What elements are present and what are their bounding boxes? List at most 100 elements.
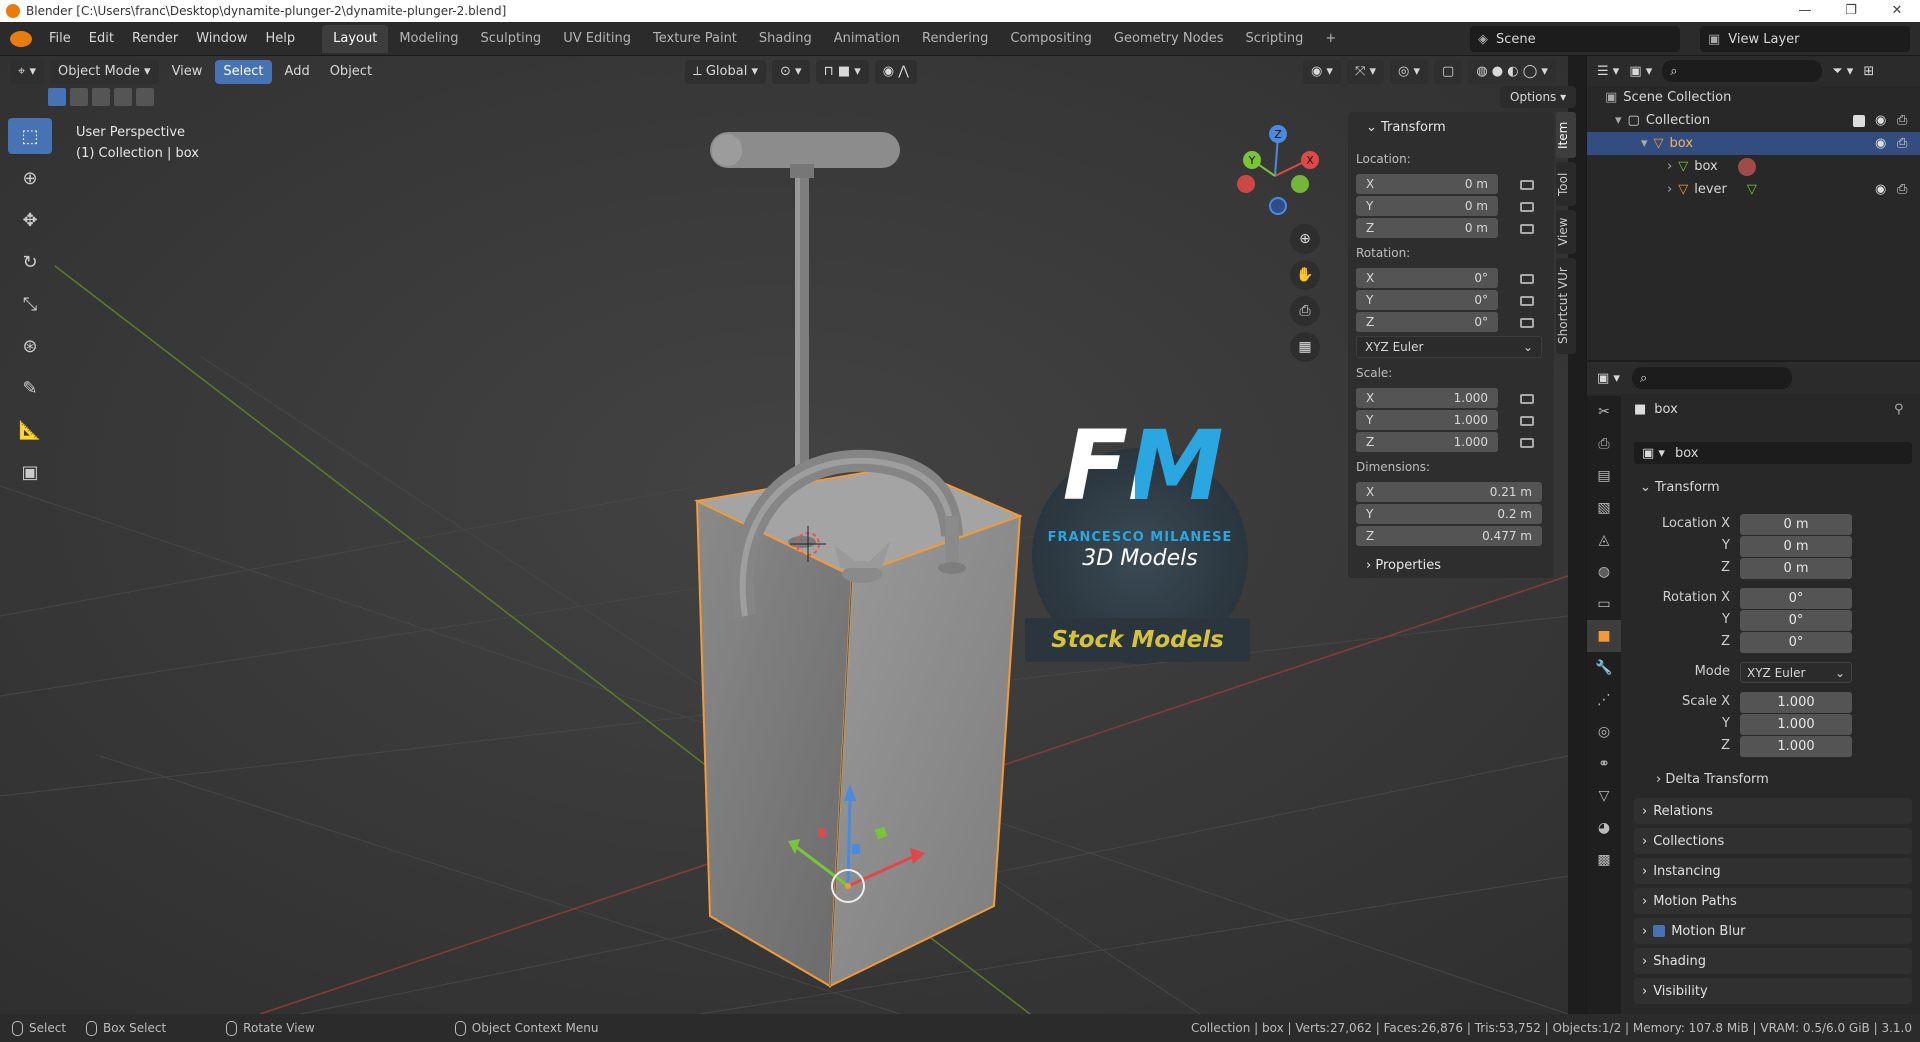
blender-menu-icon[interactable] [10, 30, 32, 47]
select-intersect-icon[interactable] [136, 88, 154, 106]
tab-tool[interactable]: Tool [1556, 162, 1576, 206]
modifier-tab-icon[interactable]: 🔧 [1587, 652, 1621, 684]
lock-icon[interactable] [1520, 296, 1534, 306]
prop-scale-x[interactable]: 1.000 [1740, 692, 1852, 713]
gizmo-toggle-icon[interactable]: ⤧ ▾ [1346, 60, 1385, 84]
scene-selector[interactable]: ◈ Scene [1470, 26, 1680, 52]
menu-help[interactable]: Help [257, 26, 305, 52]
dimensions-z-field[interactable]: Z 0.477 m [1356, 526, 1542, 546]
lock-icon[interactable] [1520, 274, 1534, 284]
object-tab-icon[interactable]: ■ [1587, 620, 1621, 652]
outliner-collection[interactable]: ▾ ▢ Collection ◉ ⎙ [1587, 109, 1920, 132]
lock-icon[interactable] [1520, 416, 1534, 426]
view-layer-tab-icon[interactable]: ▧ [1587, 492, 1621, 524]
section-instancing[interactable]: › Instancing [1634, 858, 1912, 884]
lock-icon[interactable] [1520, 202, 1534, 212]
tab-layout[interactable]: Layout [322, 24, 389, 53]
add-cube-tool-icon[interactable]: ▣ [8, 454, 52, 490]
menu-add[interactable]: Add [278, 60, 317, 84]
outliner-search-input[interactable]: ⌕ [1662, 60, 1823, 82]
outliner-view-icon[interactable]: ▣ ▾ [1629, 64, 1652, 79]
tab-shortcut-vur[interactable]: Shortcut VUr [1556, 258, 1576, 354]
material-tab-icon[interactable]: ◕ [1587, 812, 1621, 844]
delta-transform-header[interactable]: › Delta Transform [1656, 772, 1769, 787]
add-workspace-button[interactable]: + [1314, 25, 1347, 53]
tab-sculpting[interactable]: Sculpting [469, 25, 552, 53]
scale-z-field[interactable]: Z 1.000 [1356, 432, 1498, 452]
outliner-box[interactable]: ▾ ▽ box ◉ ⎙ [1587, 132, 1920, 155]
outliner-lever[interactable]: › ▽ lever ▽ ◉ ⎙ [1587, 178, 1920, 201]
tool-tab-icon[interactable]: ✂ [1587, 396, 1621, 428]
snap-icon[interactable]: ⊓ ■ ▾ [815, 60, 869, 84]
proportional-edit-icon[interactable]: ◉ ⋀ [874, 60, 917, 84]
menu-view[interactable]: View [165, 60, 210, 84]
rotation-y-field[interactable]: Y 0° [1356, 290, 1498, 310]
particles-tab-icon[interactable]: ⋰ [1587, 684, 1621, 716]
npanel-properties-header[interactable]: › Properties [1366, 558, 1441, 573]
annotate-tool-icon[interactable]: ✎ [8, 370, 52, 406]
camera-icon[interactable]: ⎙ [1290, 296, 1320, 326]
xray-toggle-icon[interactable]: ▢ [1434, 60, 1463, 84]
rotation-x-field[interactable]: X 0° [1356, 268, 1498, 288]
object-name-field[interactable]: ▣ ▾ box [1634, 442, 1912, 464]
view-layer-selector[interactable]: ▣ View Layer [1700, 26, 1910, 52]
properties-search-input[interactable]: ⌕ [1631, 367, 1792, 389]
checkbox-icon[interactable] [1853, 114, 1865, 127]
visibility-icon[interactable]: ◉ ▾ [1302, 60, 1341, 84]
select-invert-icon[interactable] [114, 88, 132, 106]
scene-tab-icon[interactable]: ◬ [1587, 524, 1621, 556]
mode-selector[interactable]: Object Mode ▾ [49, 60, 159, 84]
eye-icon[interactable]: ◉ [1875, 136, 1886, 151]
tab-compositing[interactable]: Compositing [999, 25, 1103, 53]
section-collections[interactable]: › Collections [1634, 828, 1912, 854]
shading-modes-icon[interactable]: ◍ ● ◐ ◯ ▾ [1468, 60, 1556, 84]
prop-location-y[interactable]: 0 m [1740, 536, 1852, 557]
npanel-transform-header[interactable]: ⌄ Transform [1366, 120, 1446, 135]
section-shading[interactable]: › Shading [1634, 948, 1912, 974]
section-motion-paths[interactable]: › Motion Paths [1634, 888, 1912, 914]
location-y-field[interactable]: Y0 m [1356, 196, 1498, 216]
tab-animation[interactable]: Animation [823, 25, 911, 53]
collection-tab-icon[interactable]: ▭ [1587, 588, 1621, 620]
zoom-icon[interactable]: ⊕ [1290, 224, 1320, 254]
navigation-gizmo[interactable]: Z X Y [1230, 114, 1320, 224]
dimensions-x-field[interactable]: X 0.21 m [1356, 482, 1542, 502]
new-collection-icon[interactable]: ⊞ [1863, 64, 1874, 79]
select-extend-icon[interactable] [70, 88, 88, 106]
maximize-button[interactable]: ❐ [1828, 0, 1874, 22]
outliner-box-mesh[interactable]: › ▽ box [1587, 155, 1920, 178]
select-subtract-icon[interactable] [92, 88, 110, 106]
rotate-tool-icon[interactable]: ↻ [8, 244, 52, 280]
constraints-tab-icon[interactable]: ⚭ [1587, 748, 1621, 780]
select-new-icon[interactable] [48, 88, 66, 106]
prop-location-z[interactable]: 0 m [1740, 558, 1852, 579]
editor-type-button[interactable]: ⌖ ▾ [10, 60, 44, 84]
menu-file[interactable]: File [40, 26, 80, 52]
prop-location-x[interactable]: 0 m [1740, 514, 1852, 535]
section-motion-blur[interactable]: › Motion Blur [1634, 918, 1912, 944]
ortho-grid-icon[interactable]: ▦ [1290, 332, 1320, 362]
location-x-field[interactable]: X0 m [1356, 174, 1498, 194]
lock-icon[interactable] [1520, 180, 1534, 190]
close-button[interactable]: ✕ [1874, 0, 1920, 22]
menu-render[interactable]: Render [123, 26, 187, 52]
outliner-display-mode-icon[interactable]: ☰ ▾ [1597, 64, 1619, 79]
lock-icon[interactable] [1520, 224, 1534, 234]
eye-icon[interactable]: ◉ [1875, 113, 1886, 128]
tab-rendering[interactable]: Rendering [911, 25, 999, 53]
menu-edit[interactable]: Edit [80, 26, 123, 52]
lock-icon[interactable] [1520, 438, 1534, 448]
cursor-tool-icon[interactable]: ⊕ [8, 160, 52, 196]
world-tab-icon[interactable]: ◍ [1587, 556, 1621, 588]
data-tab-icon[interactable]: ▽ [1587, 780, 1621, 812]
section-relations[interactable]: › Relations [1634, 798, 1912, 824]
tab-shading[interactable]: Shading [748, 25, 823, 53]
scale-y-field[interactable]: Y 1.000 [1356, 410, 1498, 430]
orientation-selector[interactable]: ⟂ Global ▾ [685, 60, 767, 84]
camera-icon[interactable]: ⎙ [1897, 136, 1907, 151]
eye-icon[interactable]: ◉ [1875, 182, 1886, 197]
texture-tab-icon[interactable]: ▩ [1587, 844, 1621, 876]
tab-view[interactable]: View [1556, 210, 1576, 254]
tab-item[interactable]: Item [1556, 112, 1576, 158]
dimensions-y-field[interactable]: Y 0.2 m [1356, 504, 1542, 524]
